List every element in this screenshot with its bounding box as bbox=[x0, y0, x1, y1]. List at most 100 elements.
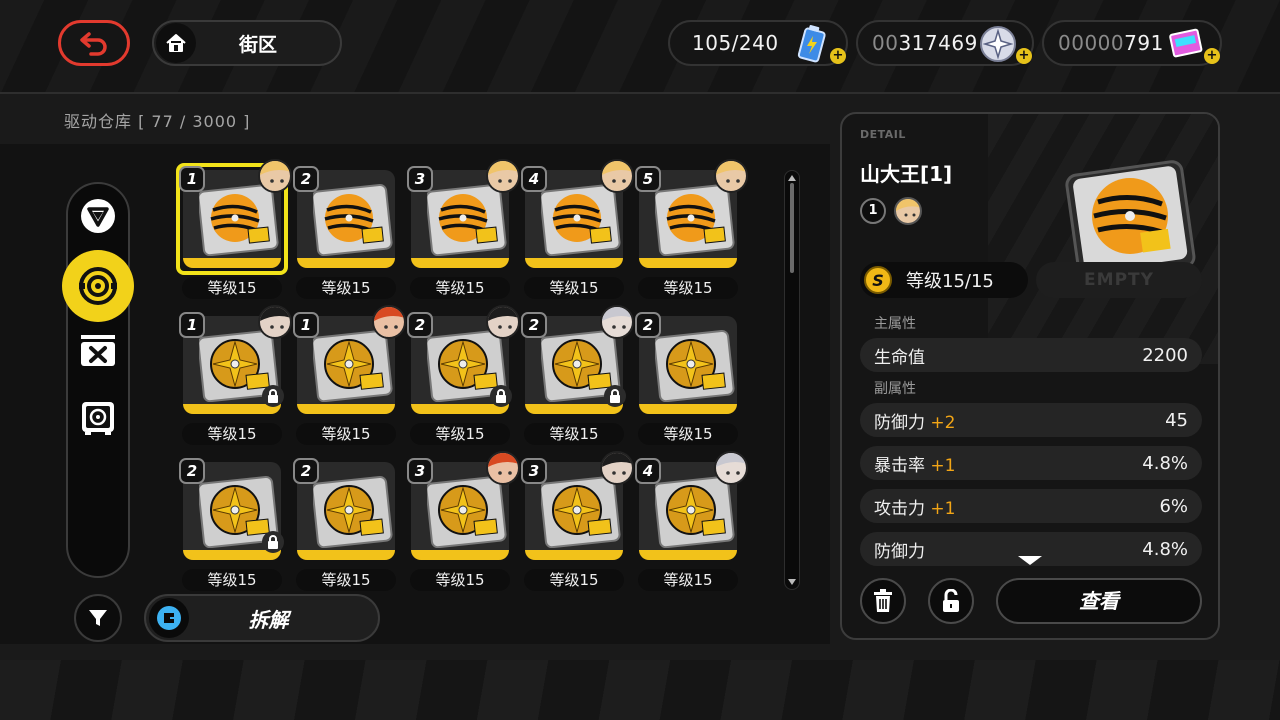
drive-disc-card[interactable]: 1 等级15 bbox=[290, 305, 406, 445]
gold-disc-icon bbox=[313, 476, 393, 548]
battery-icon bbox=[797, 25, 826, 63]
filter-icon bbox=[89, 610, 107, 626]
disc-slot-number: 1 bbox=[293, 312, 319, 338]
equipped-character-avatar bbox=[486, 159, 520, 193]
add-dennies-button[interactable]: + bbox=[1016, 48, 1032, 64]
disc-level-label: 等级15 bbox=[296, 277, 396, 299]
drive-disc-card[interactable]: 4 等级15 bbox=[632, 451, 748, 591]
warehouse-title: 驱动仓库 [ 77 / 3000 ] bbox=[64, 112, 251, 131]
gold-disc-icon bbox=[313, 330, 393, 402]
category-wengine[interactable] bbox=[76, 194, 120, 238]
disc-level-label: 等级15 bbox=[410, 423, 510, 445]
equipped-character-avatar bbox=[600, 159, 634, 193]
disc-level-label: 等级15 bbox=[524, 423, 624, 445]
drive-disc-card[interactable]: 3 等级15 bbox=[404, 159, 520, 299]
coin-icon bbox=[980, 26, 1016, 62]
disc-slot-number: 1 bbox=[179, 312, 205, 338]
disc-level-label: 等级15 bbox=[296, 423, 396, 445]
drive-disc-card[interactable]: 5 等级15 bbox=[632, 159, 748, 299]
safe-icon bbox=[82, 402, 114, 435]
sub-attr-value: 6% bbox=[1159, 495, 1188, 517]
add-battery-button[interactable]: + bbox=[830, 48, 846, 64]
detail-panel: DETAIL 山大王[1] 1 S 等级15/15 EMPTY 主属性 生命值 … bbox=[840, 112, 1220, 640]
main-attr-value: 2200 bbox=[1142, 344, 1188, 366]
bottom-background bbox=[0, 660, 1280, 720]
detail-header: DETAIL bbox=[860, 128, 906, 141]
inventory-scrollbar[interactable] bbox=[784, 170, 800, 590]
main-attr-label: 主属性 bbox=[874, 316, 916, 332]
disc-level-label: 等级15 bbox=[410, 569, 510, 591]
lock-icon bbox=[262, 385, 284, 407]
drive-disc-card[interactable]: 1 等级15 bbox=[176, 305, 292, 445]
category-bangboo[interactable] bbox=[76, 328, 120, 372]
lock-toggle-button[interactable] bbox=[928, 578, 974, 624]
home-icon bbox=[156, 23, 196, 63]
drive-disc-card[interactable]: 1 等级15 bbox=[176, 159, 292, 299]
gold-disc-icon bbox=[541, 476, 621, 548]
battery-resource[interactable]: 105/240 + bbox=[668, 20, 848, 66]
sub-attr-row: 暴击率 +1 4.8% bbox=[860, 446, 1202, 480]
drive-disc-card[interactable]: 2 等级15 bbox=[404, 305, 520, 445]
drive-disc-card[interactable]: 2 等级15 bbox=[518, 305, 634, 445]
disc-level-label: 等级15 bbox=[638, 277, 738, 299]
dennies-value: 00317469 bbox=[872, 31, 978, 55]
add-polychrome-button[interactable]: + bbox=[1204, 48, 1220, 64]
rank-s-icon: S bbox=[864, 266, 892, 294]
location-indicator[interactable]: 街区 bbox=[152, 20, 342, 66]
sub-attr-key: 防御力 bbox=[874, 412, 925, 433]
equipped-character-avatar bbox=[258, 159, 292, 193]
category-materials[interactable] bbox=[76, 396, 120, 440]
drive-disc-card[interactable]: 2 等级15 bbox=[290, 163, 402, 299]
disc-level-label: 等级15 bbox=[524, 569, 624, 591]
drive-disc-card[interactable]: 2 等级15 bbox=[176, 455, 288, 591]
drive-disc-card[interactable]: 2 等级15 bbox=[290, 455, 402, 591]
disc-slot-number: 2 bbox=[407, 312, 433, 338]
disc-level: S 等级15/15 bbox=[860, 262, 1028, 298]
equipped-character-avatar bbox=[258, 305, 292, 339]
battery-value: 105/240 bbox=[692, 31, 779, 55]
drive-disc-card[interactable]: 3 等级15 bbox=[404, 451, 520, 591]
drive-disc-card[interactable]: 3 等级15 bbox=[518, 451, 634, 591]
disc-level-label: 等级15 bbox=[182, 277, 282, 299]
sub-attr-key: 攻击力 bbox=[874, 498, 925, 519]
disc-slot-number: 2 bbox=[179, 458, 205, 484]
disc-slot-number: 2 bbox=[635, 312, 661, 338]
back-button[interactable] bbox=[58, 20, 130, 66]
disc-slot-number: 2 bbox=[521, 312, 547, 338]
lock-icon bbox=[490, 385, 512, 407]
sub-attr-value: 45 bbox=[1165, 409, 1188, 431]
scroll-more-icon[interactable] bbox=[1018, 556, 1042, 565]
disc-slot-number: 5 bbox=[635, 166, 661, 192]
polychrome-resource[interactable]: 00000791 + bbox=[1042, 20, 1222, 66]
equipped-character-avatar bbox=[714, 159, 748, 193]
dismantle-button[interactable]: 拆解 bbox=[144, 594, 380, 642]
dismantle-label: 拆解 bbox=[248, 607, 289, 632]
sub-attr-row: 攻击力 +1 6% bbox=[860, 489, 1202, 523]
dismantle-icon bbox=[149, 598, 189, 638]
sub-attr-value: 4.8% bbox=[1142, 452, 1188, 474]
disc-slot-number: 2 bbox=[293, 166, 319, 192]
view-button[interactable]: 查看 bbox=[996, 578, 1202, 624]
drive-disc-grid: 1 等级15 2 等级15 3 等级15 4 等级15 5 等级15 1 等级15 1 等级15 2 等级15… bbox=[176, 159, 756, 593]
disc-level-label: 等级15 bbox=[410, 277, 510, 299]
category-drive-disc[interactable] bbox=[62, 250, 134, 322]
drive-disc-card[interactable]: 4 等级15 bbox=[518, 159, 634, 299]
trash-icon bbox=[874, 589, 892, 612]
disc-slot-number: 4 bbox=[521, 166, 547, 192]
lock-icon bbox=[262, 531, 284, 553]
sub-attr-plus: +2 bbox=[930, 412, 956, 433]
gold-disc-icon bbox=[655, 476, 735, 548]
trash-button[interactable] bbox=[860, 578, 906, 624]
scroll-thumb[interactable] bbox=[790, 183, 794, 273]
tiger-disc-icon bbox=[655, 184, 735, 256]
set-bonus-slot: EMPTY bbox=[1036, 262, 1202, 298]
drive-disc-card[interactable]: 2 等级15 bbox=[632, 309, 744, 445]
disc-level-label: 等级15 bbox=[638, 569, 738, 591]
disc-level-label: 等级15 bbox=[638, 423, 738, 445]
dennies-resource[interactable]: 00317469 + bbox=[856, 20, 1034, 66]
disc-level-label: 等级15 bbox=[182, 423, 282, 445]
tiger-disc-icon bbox=[313, 184, 393, 256]
filter-button[interactable] bbox=[74, 594, 122, 642]
wengine-icon bbox=[81, 199, 115, 233]
sub-attr-plus: +1 bbox=[930, 498, 956, 519]
